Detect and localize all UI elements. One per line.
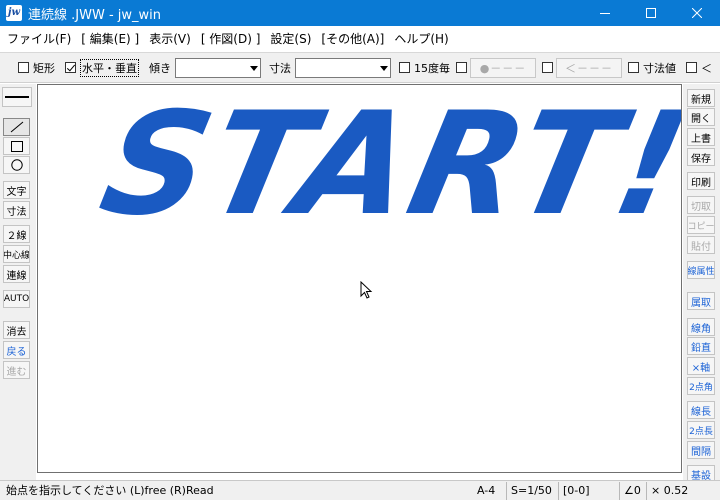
dimval-checkbox-label: 寸法値 [643,61,676,75]
status-message: 始点を指示してください (L)free (R)Read [6,484,214,497]
chevron-down-icon [250,65,258,71]
deg15-checkbox[interactable]: 15度毎 [399,60,450,76]
tilt-label: 傾き [149,61,171,75]
rect-checkbox-box[interactable] [18,62,29,73]
spacing-button[interactable]: 間隔 [687,441,715,459]
line-style-icon [5,96,29,98]
status-layer[interactable]: [0-0] [558,482,590,500]
print-button[interactable]: 印刷 [687,172,715,190]
save-button[interactable]: 保存 [687,148,715,166]
rect-checkbox-label: 矩形 [33,61,55,75]
left-tool-panel: 文字 寸法 ２線 中心線 連線 AUTO 消去 戻る 進む [0,84,36,480]
polyline-button[interactable]: 連線 [3,265,30,283]
line-tool-button[interactable] [3,118,30,136]
menu-bar: ファイル(F) [ 編集(E) ] 表示(V) [ 作図(D) ] 設定(S) … [0,26,720,52]
status-bar: 始点を指示してください (L)free (R)Read A-4 S=1/50 [… [0,480,720,500]
arrow-checkbox[interactable] [542,62,553,73]
copy-button[interactable]: コピー [687,216,715,234]
menu-view[interactable]: 表示(V) [144,26,196,52]
last-checkbox-label: ＜ [701,61,712,75]
control-toolbar: 矩形 水平・垂直 傾き 寸法 15度毎 ●－－－ ＜－－－ 寸法値 ＜ [0,53,720,83]
x-axis-button[interactable]: ×軸 [687,357,715,375]
line-icon [10,121,23,133]
deg15-checkbox-box[interactable] [399,62,410,73]
point-button[interactable]: ●－－－ [470,57,536,78]
minimize-button[interactable] [582,0,628,26]
last-checkbox-box[interactable] [686,62,697,73]
status-angle[interactable]: ∠0 [619,482,641,500]
dimval-checkbox-box[interactable] [628,62,639,73]
right-tool-panel: 新規 開く 上書 保存 印刷 切取 コピー 貼付 線属性 属取 線角 鉛直 ×軸… [683,84,720,483]
hv-checkbox[interactable]: 水平・垂直 [65,58,139,77]
undo-button[interactable]: 戻る [3,341,30,359]
rect-checkbox[interactable]: 矩形 [18,60,55,76]
cut-button[interactable]: 切取 [687,196,715,214]
start-drawing-text: START! [88,84,682,247]
point-checkbox[interactable] [456,62,467,73]
tilt-combobox[interactable] [175,57,261,78]
menu-draw[interactable]: [ 作図(D) ] [196,26,266,52]
dim-tool-button[interactable]: 寸法 [3,201,30,219]
line-length-button[interactable]: 線長 [687,401,715,419]
mouse-cursor-icon [360,281,373,299]
text-tool-button[interactable]: 文字 [3,181,30,199]
erase-button[interactable]: 消去 [3,321,30,339]
attr-get-button[interactable]: 属取 [687,292,715,310]
overwrite-save-button[interactable]: 上書 [687,128,715,146]
app-icon: jw [6,5,22,21]
hv-checkbox-box[interactable] [65,62,76,73]
open-file-button[interactable]: 開く [687,108,715,126]
redo-button[interactable]: 進む [3,361,30,379]
status-zoom[interactable]: × 0.52 [646,482,688,500]
status-scale[interactable]: S=1/50 [506,482,552,500]
dim-combobox[interactable] [295,57,391,78]
status-paper[interactable]: A-4 [473,482,495,500]
maximize-icon [646,8,656,18]
rect-tool-button[interactable] [3,137,30,155]
rectangle-icon [10,140,23,152]
hv-checkbox-label: 水平・垂直 [80,58,139,77]
circle-icon [10,159,23,171]
new-file-button[interactable]: 新規 [687,89,715,107]
arrow-button[interactable]: ＜－－－ [556,57,622,78]
center-line-button[interactable]: 中心線 [3,245,30,263]
line-attr-button[interactable]: 線属性 [687,261,715,279]
menu-other[interactable]: [その他(A)] [316,26,389,52]
close-icon [692,8,702,18]
line-style-button[interactable] [2,87,32,107]
close-button[interactable] [674,0,720,26]
last-checkbox[interactable]: ＜ [686,60,712,76]
auto-button[interactable]: AUTO [3,290,30,308]
dimval-checkbox[interactable]: 寸法値 [628,60,676,76]
line-angle-button[interactable]: 線角 [687,318,715,336]
title-bar: jw 連続線 .JWW - jw_win [0,0,720,26]
circle-tool-button[interactable] [3,156,30,174]
menu-help[interactable]: ヘルプ(H) [389,26,453,52]
chevron-down-icon [380,65,388,71]
deg15-checkbox-label: 15度毎 [414,61,450,75]
menu-file[interactable]: ファイル(F) [2,26,76,52]
menu-settings[interactable]: 設定(S) [265,26,316,52]
vertical-button[interactable]: 鉛直 [687,337,715,355]
dim-label: 寸法 [269,61,291,75]
two-point-angle-button[interactable]: 2点角 [687,377,715,395]
minimize-icon [600,13,610,14]
paste-button[interactable]: 貼付 [687,236,715,254]
maximize-button[interactable] [628,0,674,26]
menu-edit[interactable]: [ 編集(E) ] [76,26,144,52]
double-line-button[interactable]: ２線 [3,225,30,243]
window-title: 連続線 .JWW - jw_win [28,7,161,23]
drawing-canvas[interactable]: START! [37,84,682,473]
two-point-length-button[interactable]: 2点長 [687,421,715,439]
